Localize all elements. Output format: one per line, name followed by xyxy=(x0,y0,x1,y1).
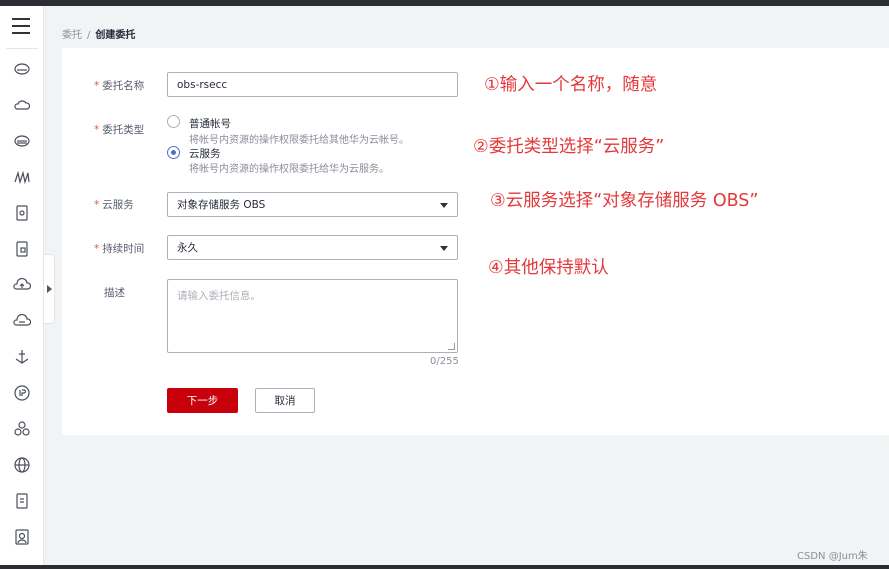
anchor-icon[interactable] xyxy=(13,348,31,366)
description-textarea[interactable]: 请输入委托信息。 xyxy=(167,279,458,353)
service-label: * 云服务 xyxy=(94,199,134,211)
globe-icon[interactable] xyxy=(13,456,31,474)
watermark: CSDN @Jum朱 xyxy=(797,551,868,562)
cloud-upload-icon[interactable] xyxy=(13,276,32,294)
document-icon[interactable] xyxy=(13,240,31,258)
required-mark: * xyxy=(94,80,100,92)
required-mark: * xyxy=(94,199,100,211)
sidebar-divider xyxy=(6,48,38,49)
breadcrumb-current: 创建委托 xyxy=(95,30,136,41)
type-label: * 委托类型 xyxy=(94,124,145,136)
name-label: * 委托名称 xyxy=(94,80,145,92)
description-label: 描述 xyxy=(104,287,125,299)
service-select[interactable]: 对象存储服务 OBS xyxy=(167,192,458,217)
bottom-bar xyxy=(0,565,889,569)
radio-cloud-service-desc: 将帐号内资源的操作权限委托给华为云服务。 xyxy=(189,164,389,175)
char-counter: 0/255 xyxy=(430,356,459,367)
duration-select[interactable]: 永久 xyxy=(167,235,458,260)
annotation-2: ②委托类型选择“云服务” xyxy=(473,137,665,157)
annotation-4: ④其他保持默认 xyxy=(488,258,609,278)
duration-label: * 持续时间 xyxy=(94,243,145,255)
sidebar xyxy=(0,6,44,565)
console-icon[interactable] xyxy=(13,60,31,78)
report-icon[interactable] xyxy=(13,528,31,546)
chevron-down-icon xyxy=(440,246,448,251)
monitor-icon[interactable] xyxy=(13,168,31,186)
cloud-sync-icon[interactable] xyxy=(13,312,32,330)
next-button[interactable]: 下一步 xyxy=(167,388,238,413)
cancel-button[interactable]: 取消 xyxy=(255,388,315,413)
required-mark: * xyxy=(94,243,100,255)
cluster-icon[interactable] xyxy=(13,420,31,438)
top-bar xyxy=(0,0,889,6)
sidebar-collapse-handle[interactable] xyxy=(44,254,55,324)
file-icon[interactable] xyxy=(13,492,31,510)
radio-cloud-service[interactable] xyxy=(167,146,180,159)
expand-arrow-icon xyxy=(47,285,52,293)
resize-handle-icon[interactable] xyxy=(448,343,455,350)
annotation-1: ①输入一个名称，随意 xyxy=(484,75,658,95)
chevron-down-icon xyxy=(440,203,448,208)
breadcrumb-separator: / xyxy=(87,30,91,41)
ip-icon[interactable] xyxy=(13,384,31,402)
menu-icon[interactable] xyxy=(12,18,30,34)
database-icon[interactable] xyxy=(13,132,31,150)
radio-cloud-service-label[interactable]: 云服务 xyxy=(189,146,221,161)
cloud-icon[interactable] xyxy=(13,96,31,114)
radio-normal-account-label[interactable]: 普通帐号 xyxy=(189,116,231,131)
radio-normal-account-desc: 将帐号内资源的操作权限委托给其他华为云帐号。 xyxy=(189,135,409,146)
storage-icon[interactable] xyxy=(13,204,31,222)
radio-normal-account[interactable] xyxy=(167,115,180,128)
required-mark: * xyxy=(94,124,100,136)
name-input[interactable]: obs-rsecc xyxy=(167,72,458,97)
annotation-3: ③云服务选择“对象存储服务 OBS” xyxy=(490,191,759,211)
breadcrumb-parent[interactable]: 委托 xyxy=(62,30,82,41)
breadcrumb: 委托 / 创建委托 xyxy=(62,26,135,41)
